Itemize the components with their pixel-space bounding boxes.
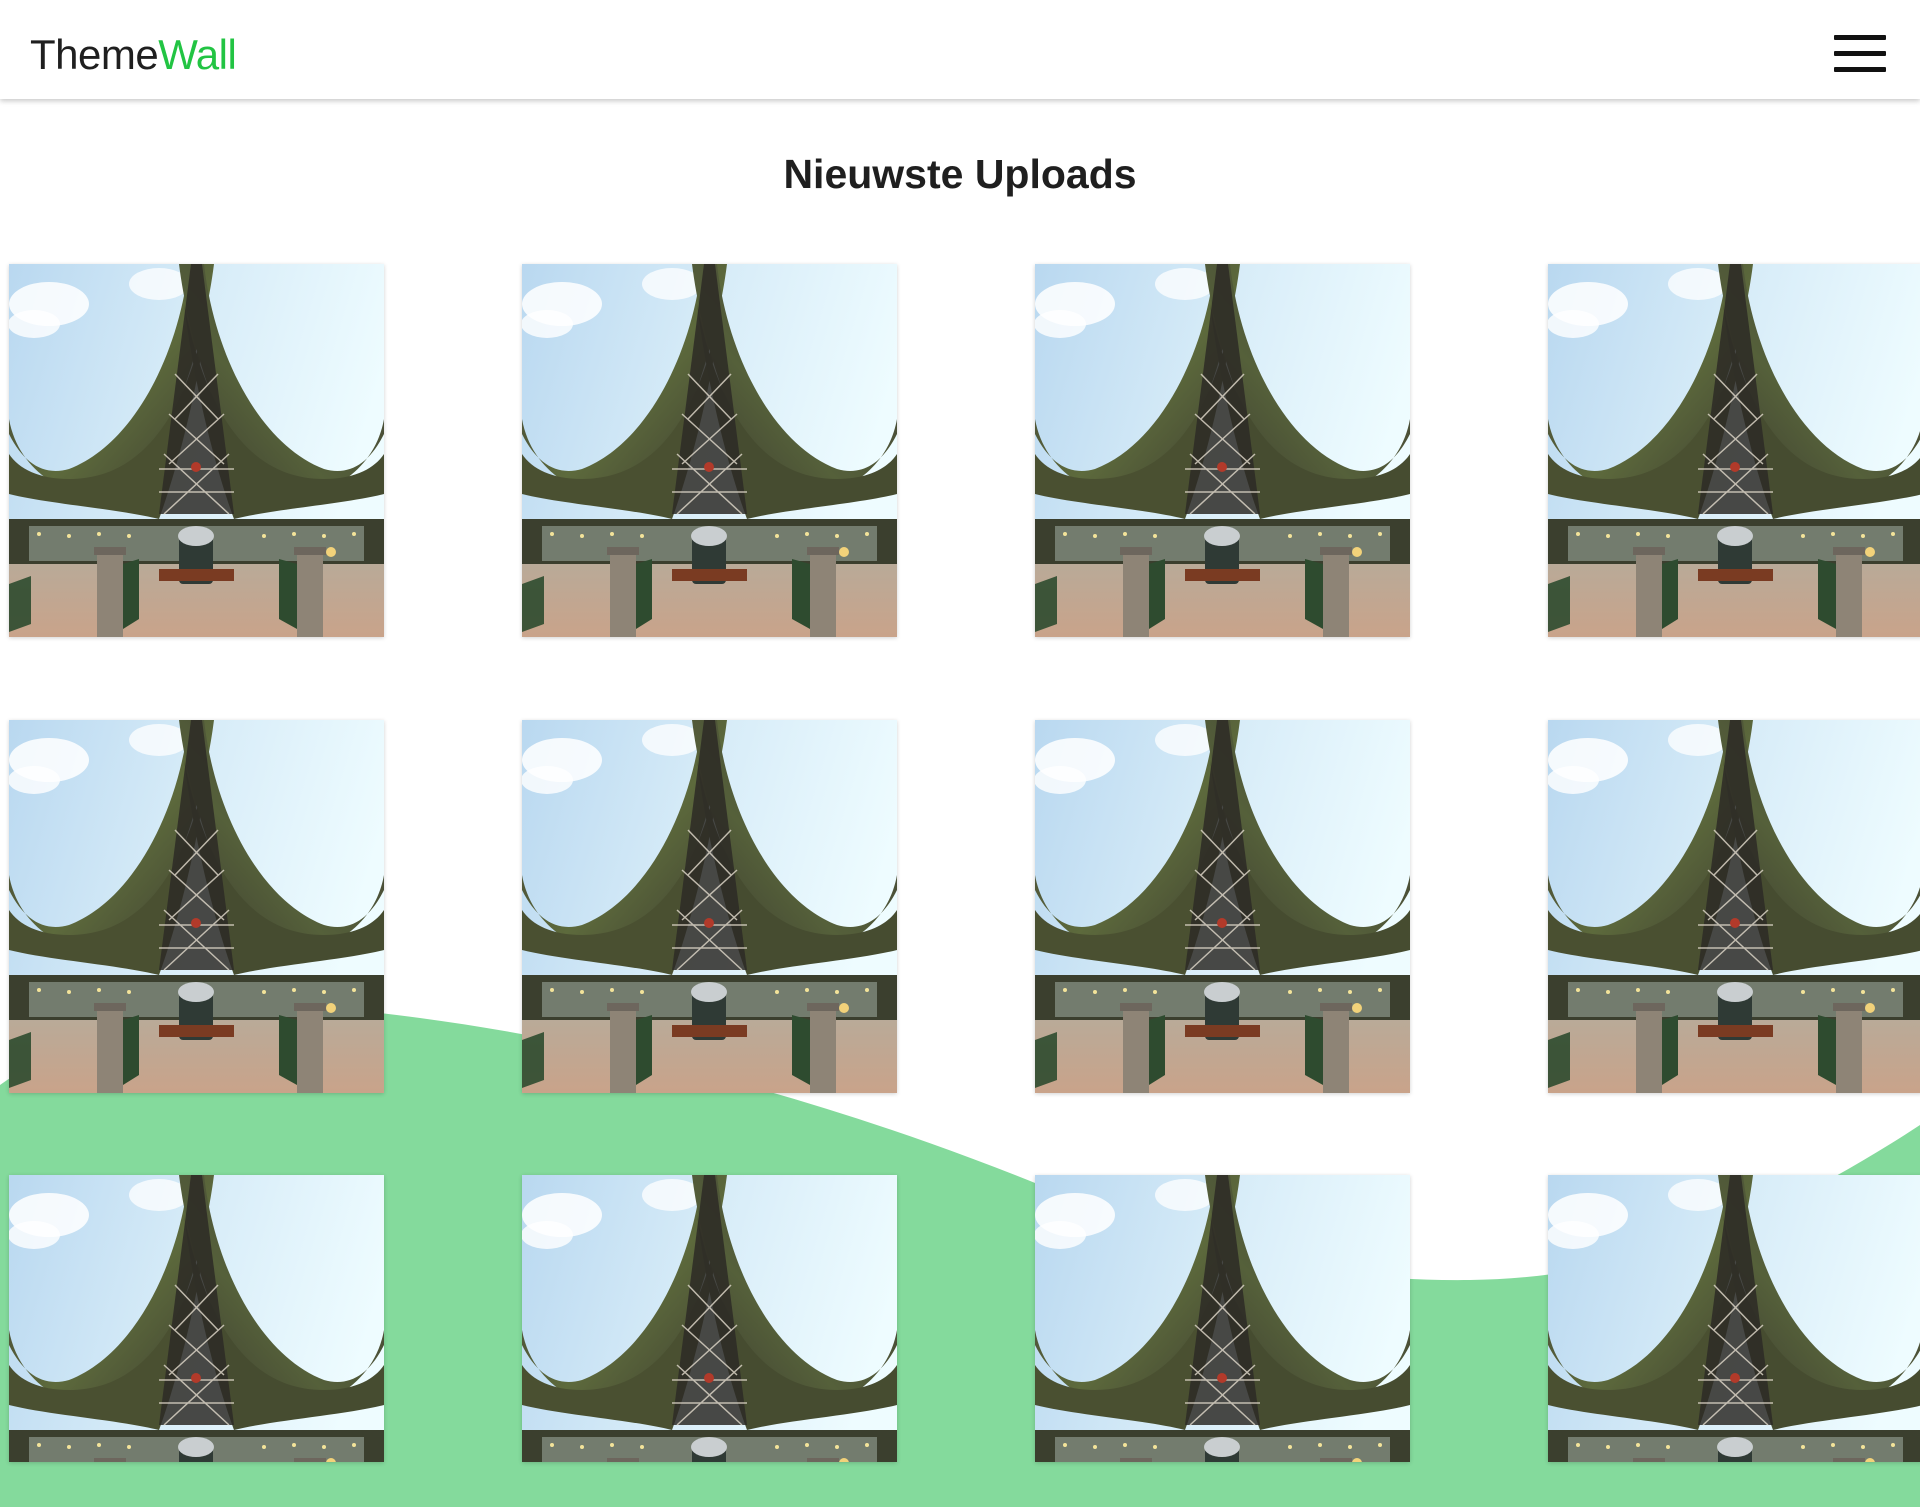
menu-bar-middle <box>1834 51 1886 56</box>
gallery-image <box>9 1175 384 1462</box>
gallery-item[interactable] <box>9 264 384 637</box>
gallery-image <box>522 264 897 637</box>
gallery-image <box>9 720 384 1093</box>
gallery-image <box>1035 720 1410 1093</box>
gallery-item[interactable] <box>1548 720 1920 1093</box>
gallery-image <box>1548 264 1920 637</box>
brand-name-primary: Theme <box>30 31 159 78</box>
hamburger-menu-icon[interactable] <box>1834 35 1886 73</box>
gallery-item[interactable] <box>1035 1175 1410 1462</box>
gallery-image <box>522 1175 897 1462</box>
gallery-image <box>1035 1175 1410 1462</box>
gallery-item[interactable] <box>522 720 897 1093</box>
gallery-image <box>1548 1175 1920 1462</box>
gallery-item[interactable] <box>9 720 384 1093</box>
top-navbar: ThemeWall <box>0 0 1920 99</box>
gallery-item[interactable] <box>1548 264 1920 637</box>
page: ThemeWall Nieuwste Uploads <box>0 0 1920 1507</box>
gallery-item[interactable] <box>522 1175 897 1462</box>
gallery-item[interactable] <box>9 1175 384 1462</box>
gallery-image <box>1548 720 1920 1093</box>
gallery-image <box>1035 264 1410 637</box>
gallery-image <box>9 264 384 637</box>
page-title: Nieuwste Uploads <box>783 151 1137 197</box>
gallery-item[interactable] <box>522 264 897 637</box>
brand-logo[interactable]: ThemeWall <box>30 28 237 82</box>
uploads-gallery <box>0 0 1920 1507</box>
menu-bar-bottom <box>1834 67 1886 72</box>
gallery-item[interactable] <box>1035 720 1410 1093</box>
gallery-item[interactable] <box>1035 264 1410 637</box>
brand-name-accent: Wall <box>158 31 237 78</box>
gallery-image <box>522 720 897 1093</box>
menu-bar-top <box>1834 35 1886 40</box>
gallery-item[interactable] <box>1548 1175 1920 1462</box>
